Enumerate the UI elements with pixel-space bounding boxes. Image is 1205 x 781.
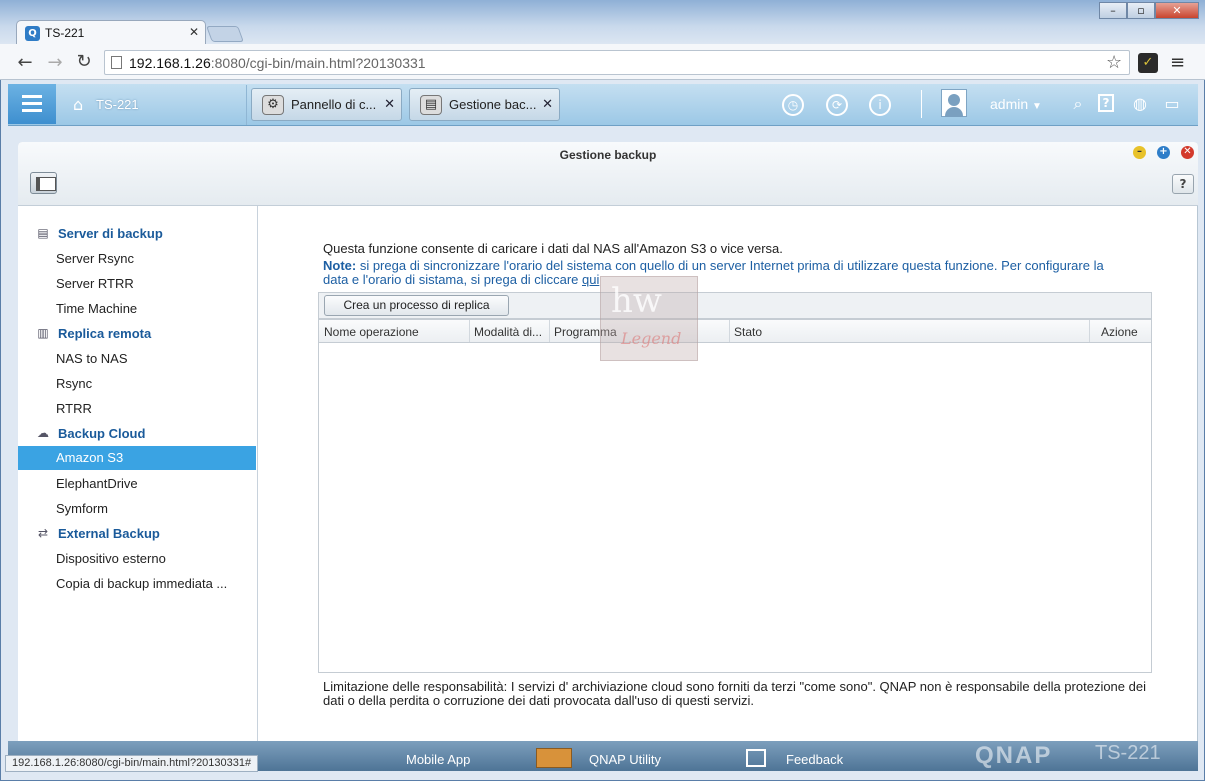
sidebar-item-symform[interactable]: Symform [56, 501, 108, 516]
app-help-button[interactable]: ? [1172, 174, 1194, 194]
app-tab-label: Pannello di c... [291, 97, 377, 112]
sidebar-item-rtrr-server[interactable]: Server RTRR [56, 276, 134, 291]
model-label: TS-221 [1095, 742, 1161, 764]
minimize-window-button[interactable]: – [1099, 2, 1127, 19]
globe-icon[interactable]: ◍ [1129, 94, 1151, 113]
column-header-action[interactable]: Azione [1101, 325, 1138, 339]
sidebar-group-backup-server[interactable]: Server di backup [58, 226, 163, 241]
browser-tab-title: TS-221 [45, 26, 85, 40]
column-divider[interactable] [729, 320, 730, 342]
status-bar-url: 192.168.1.26:8080/cgi-bin/main.html?2013… [5, 755, 259, 772]
app-tab-backup-manager[interactable]: ▤ Gestione bac... ✕ [409, 88, 560, 121]
monitor-icon[interactable]: ▭ [1161, 94, 1183, 113]
close-tab-icon[interactable]: ✕ [189, 25, 199, 39]
window-controls: – ▫ ✕ [1099, 2, 1199, 19]
sidebar-toggle-button[interactable] [30, 172, 57, 194]
sync-icon[interactable]: ⟳ [826, 94, 848, 116]
create-replica-job-button[interactable]: Crea un processo di replica [324, 295, 509, 316]
close-window-button[interactable]: ✕ [1155, 2, 1199, 19]
url-text: 192.168.1.26:8080/cgi-bin/main.html?2013… [129, 55, 426, 71]
server-icon: ▤ [37, 226, 49, 240]
sidebar-item-time-machine[interactable]: Time Machine [56, 301, 137, 316]
column-header-status[interactable]: Stato [734, 325, 762, 339]
app-tab-label: Gestione bac... [449, 97, 537, 112]
main-menu-button[interactable] [8, 84, 56, 124]
sidebar-group-external-backup[interactable]: External Backup [58, 526, 160, 541]
backup-icon: ▤ [420, 95, 442, 115]
search-icon[interactable]: ⌕ [1067, 94, 1089, 114]
sidebar-group-remote-replica[interactable]: Replica remota [58, 326, 151, 341]
sidebar: ▤ Server di backup Server Rsync Server R… [18, 206, 258, 750]
sidebar-item-instant-backup[interactable]: Copia di backup immediata ... [56, 576, 227, 591]
gear-icon: ⚙ [262, 95, 284, 115]
utility-icon [536, 748, 572, 768]
reload-icon[interactable]: ↻ [73, 51, 95, 72]
refresh-icon: ⇄ [37, 526, 49, 540]
topbar-divider [246, 85, 247, 125]
info-icon[interactable]: i [869, 94, 891, 116]
cloud-icon: ☁ [37, 426, 49, 440]
sidebar-item-elephantdrive[interactable]: ElephantDrive [56, 476, 138, 491]
column-divider[interactable] [1089, 320, 1090, 342]
disclaimer-text: Limitazione delle responsabilità: I serv… [323, 679, 1146, 708]
qnap-favicon-icon: Q [25, 26, 40, 41]
here-link[interactable]: qui [582, 272, 599, 287]
minimize-app-icon[interactable]: – [1133, 146, 1146, 159]
close-app-tab-icon[interactable]: ✕ [542, 97, 553, 112]
note-text: Note: si prega di sincronizzare l'orario… [323, 258, 1104, 287]
qnap-logo: QNAP [975, 742, 1053, 769]
sidebar-item-external-device[interactable]: Dispositivo esterno [56, 551, 166, 566]
page-icon [111, 56, 122, 69]
maximize-window-button[interactable]: ▫ [1127, 2, 1155, 19]
maximize-app-icon[interactable]: + [1157, 146, 1170, 159]
sidebar-group-cloud-backup[interactable]: Backup Cloud [58, 426, 145, 441]
app-title: Gestione backup [559, 148, 657, 162]
description-text: Questa funzione consente di caricare i d… [323, 241, 783, 256]
replica-job-table [318, 292, 1152, 673]
column-divider[interactable] [549, 320, 550, 342]
new-tab-button[interactable] [206, 26, 244, 42]
sidebar-item-rsync-server[interactable]: Server Rsync [56, 251, 134, 266]
forward-arrow-icon[interactable]: → [44, 52, 66, 73]
browser-menu-icon[interactable]: ≡ [1170, 52, 1185, 73]
home-icon[interactable]: ⌂ [73, 95, 83, 114]
sidebar-item-rtrr[interactable]: RTRR [56, 401, 92, 416]
app-tab-control-panel[interactable]: ⚙ Pannello di c... ✕ [251, 88, 402, 121]
back-arrow-icon[interactable]: ← [14, 52, 36, 73]
dock-item-feedback[interactable]: Feedback [786, 752, 843, 767]
sidebar-item-nas-to-nas[interactable]: NAS to NAS [56, 351, 128, 366]
dock-item-qnap-utility[interactable]: QNAP Utility [589, 752, 661, 767]
column-divider[interactable] [469, 320, 470, 342]
extension-icon[interactable]: ✓ [1138, 53, 1158, 73]
watermark-logo: hw Legend [600, 276, 698, 361]
help-icon[interactable]: ? [1098, 94, 1114, 112]
close-app-icon[interactable]: ✕ [1181, 146, 1194, 159]
user-menu[interactable]: admin ▼ [990, 96, 1042, 112]
clock-icon[interactable]: ◷ [782, 94, 804, 116]
device-name[interactable]: TS-221 [96, 97, 139, 112]
browser-tab[interactable]: Q TS-221 ✕ [16, 20, 206, 45]
feedback-icon [746, 749, 766, 767]
close-app-tab-icon[interactable]: ✕ [384, 97, 395, 112]
replica-icon: ▥ [37, 326, 49, 340]
sidebar-item-amazon-s3[interactable]: Amazon S3 [18, 446, 256, 470]
column-header-job-name[interactable]: Nome operazione [324, 325, 419, 339]
topbar-divider [921, 90, 922, 118]
column-header-mode[interactable]: Modalità di... [474, 325, 542, 339]
address-bar[interactable]: 192.168.1.26:8080/cgi-bin/main.html?2013… [104, 50, 1130, 75]
avatar[interactable] [941, 89, 967, 117]
sidebar-item-rsync[interactable]: Rsync [56, 376, 92, 391]
bookmark-star-icon[interactable]: ☆ [1106, 52, 1122, 73]
dock-item-mobile-app[interactable]: Mobile App [406, 752, 470, 767]
